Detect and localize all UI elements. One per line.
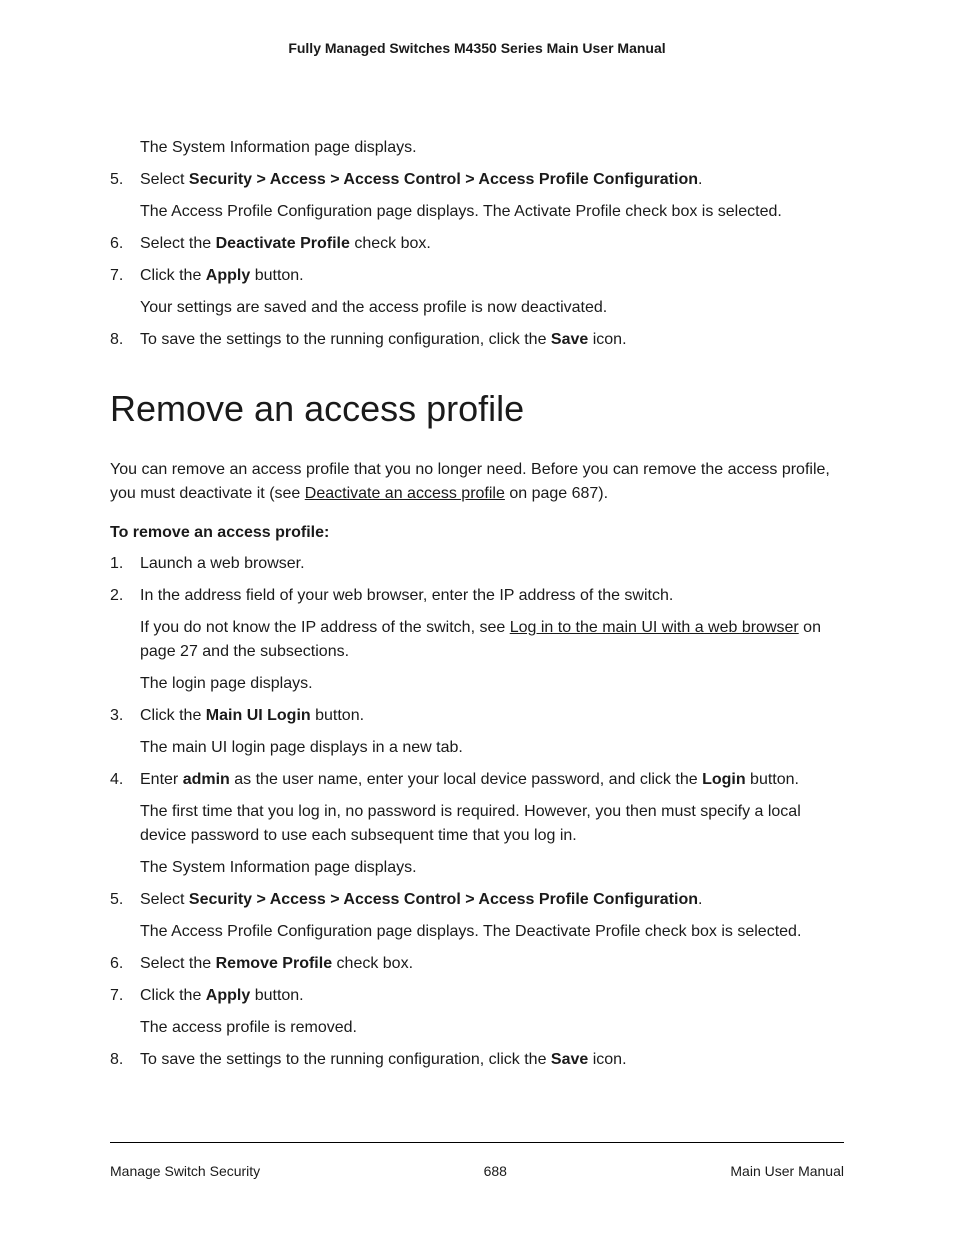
step-7: Click the Apply button. Your settings ar…	[110, 264, 844, 320]
step-suffix: button.	[311, 707, 364, 724]
step-suffix: icon.	[588, 331, 626, 348]
step-suffix: .	[698, 171, 702, 188]
step2-6: Select the Remove Profile check box.	[110, 952, 844, 976]
step-cont: The System Information page displays.	[140, 856, 844, 880]
step-mid: as the user name, enter your local devic…	[230, 771, 702, 788]
step-text: Enter	[140, 771, 183, 788]
step2-1: Launch a web browser.	[110, 552, 844, 576]
section2-steps: Launch a web browser. In the address fie…	[110, 552, 844, 1072]
step-text: Click the	[140, 987, 206, 1004]
step2-5: Select Security > Access > Access Contro…	[110, 888, 844, 944]
step-cont: Your settings are saved and the access p…	[140, 296, 844, 320]
footer-left: Manage Switch Security	[110, 1163, 260, 1179]
step-suffix: check box.	[332, 955, 413, 972]
step-bold: Apply	[206, 267, 250, 284]
step-bold: Save	[551, 331, 588, 348]
link-login-main-ui[interactable]: Log in to the main UI with a web browser	[510, 619, 799, 636]
step-cont: The access profile is removed.	[140, 1016, 844, 1040]
step-bold: admin	[183, 771, 230, 788]
step-text: To save the settings to the running conf…	[140, 331, 551, 348]
step2-2: In the address field of your web browser…	[110, 584, 844, 696]
step-text: Launch a web browser.	[140, 555, 305, 572]
step2-8: To save the settings to the running conf…	[110, 1048, 844, 1072]
step-bold: Deactivate Profile	[216, 235, 350, 252]
step2-3: Click the Main UI Login button. The main…	[110, 704, 844, 760]
step-suffix: button.	[746, 771, 799, 788]
step-bold: Security > Access > Access Control > Acc…	[189, 171, 698, 188]
page-footer: Manage Switch Security 688 Main User Man…	[110, 1142, 844, 1179]
footer-page-number: 688	[484, 1163, 507, 1179]
step-6: Select the Deactivate Profile check box.	[110, 232, 844, 256]
step-text: Select	[140, 171, 189, 188]
step-text: Select the	[140, 235, 216, 252]
subheading: To remove an access profile:	[110, 524, 844, 542]
step-suffix: icon.	[588, 1051, 626, 1068]
step2-4: Enter admin as the user name, enter your…	[110, 768, 844, 880]
step-bold: Remove Profile	[216, 955, 332, 972]
step-text: Click the	[140, 267, 206, 284]
step-5: Select Security > Access > Access Contro…	[110, 168, 844, 224]
intro-paragraph: You can remove an access profile that yo…	[110, 458, 844, 506]
intro-text2: on page 687).	[505, 485, 608, 502]
cont-text: If you do not know the IP address of the…	[140, 619, 510, 636]
step-suffix: check box.	[350, 235, 431, 252]
step-bold: Login	[702, 771, 746, 788]
section1-intro: The System Information page displays.	[140, 136, 844, 160]
step-cont: The Access Profile Configuration page di…	[140, 920, 844, 944]
step-cont: The Access Profile Configuration page di…	[140, 200, 844, 224]
footer-right: Main User Manual	[730, 1163, 844, 1179]
step-text: Click the	[140, 707, 206, 724]
step-bold: Apply	[206, 987, 250, 1004]
step-bold: Save	[551, 1051, 588, 1068]
page-heading: Remove an access profile	[110, 388, 844, 430]
step-cont: The first time that you log in, no passw…	[140, 800, 844, 848]
header-title: Fully Managed Switches M4350 Series Main…	[110, 40, 844, 56]
step-cont: The main UI login page displays in a new…	[140, 736, 844, 760]
step-cont: The login page displays.	[140, 672, 844, 696]
step-text: Select the	[140, 955, 216, 972]
step-text: To save the settings to the running conf…	[140, 1051, 551, 1068]
step-bold: Main UI Login	[206, 707, 311, 724]
step-cont: If you do not know the IP address of the…	[140, 616, 844, 664]
step-suffix: button.	[250, 267, 303, 284]
step-suffix: .	[698, 891, 702, 908]
step-text: In the address field of your web browser…	[140, 587, 673, 604]
step-suffix: button.	[250, 987, 303, 1004]
step-bold: Security > Access > Access Control > Acc…	[189, 891, 698, 908]
intro-link-deactivate[interactable]: Deactivate an access profile	[305, 485, 505, 502]
step-8: To save the settings to the running conf…	[110, 328, 844, 352]
step2-7: Click the Apply button. The access profi…	[110, 984, 844, 1040]
section1-steps: Select Security > Access > Access Contro…	[110, 168, 844, 352]
step-text: Select	[140, 891, 189, 908]
